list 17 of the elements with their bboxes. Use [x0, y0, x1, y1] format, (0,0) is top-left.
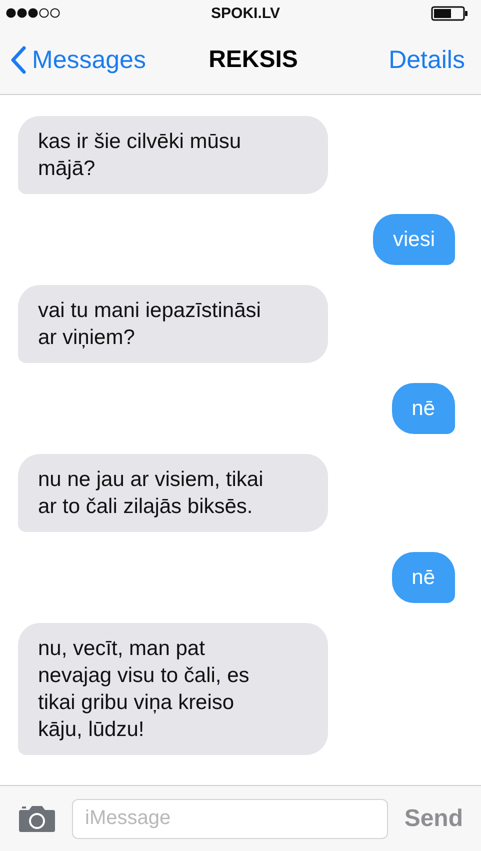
- camera-icon[interactable]: [18, 804, 56, 832]
- received-message-bubble: nu ne jau ar visiem, tikai ar to čali zilajās biksēs.: [18, 454, 328, 532]
- conversation-title: REKSIS: [208, 46, 298, 74]
- received-message-bubble: kas ir šie cilvēki mūsu mājā?: [18, 116, 328, 194]
- sent-message-bubble: viesi: [372, 214, 455, 265]
- sent-message-bubble: nē: [392, 552, 455, 603]
- message-input-field[interactable]: iMessage: [72, 798, 388, 838]
- back-link[interactable]: Messages: [10, 46, 146, 74]
- received-message-bubble: nu, vecīt, man pat nevajag visu to čali, es tikai gribu viņa kreiso kāju, lūdzu!: [18, 623, 328, 755]
- carrier-name: SPOKI.LV: [211, 4, 280, 22]
- battery-icon: [431, 6, 469, 20]
- signal-icon: [6, 8, 60, 18]
- details-link[interactable]: Details: [388, 46, 465, 74]
- send-button[interactable]: Send: [404, 804, 463, 832]
- received-message-bubble: vai tu mani iepazīstināsi ar viņiem?: [18, 285, 328, 363]
- back-chevron-icon[interactable]: [10, 46, 26, 74]
- sent-message-bubble: nē: [392, 383, 455, 434]
